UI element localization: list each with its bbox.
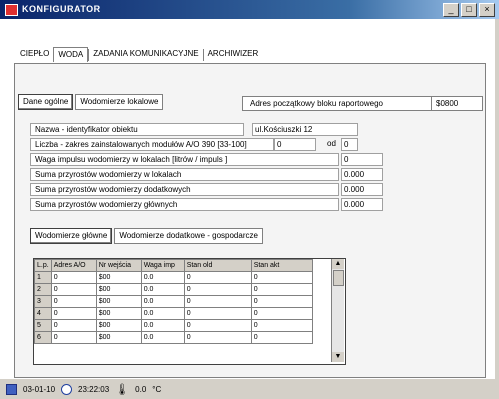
table-row[interactable]: 2 0 $00 0.0 0 0 [34,283,313,296]
tab-archiwizer[interactable]: ARCHIWIZER [204,47,263,61]
table-row[interactable]: 5 0 $00 0.0 0 0 [34,319,313,332]
main-tabs: CIEPŁO WODA ZADANIA KOMUNIKACYJNE ARCHIW… [16,47,262,62]
scroll-down-icon[interactable]: ▼ [332,352,344,362]
thermometer-icon: 🌡 [115,383,130,396]
meters-grid: L.p. Adres A/O Nr wejścia Waga imp Stan … [33,258,346,365]
pulse-weight-input[interactable]: 0 [341,153,383,166]
window-title: KONFIGURATOR [22,4,101,14]
table-row[interactable]: 6 0 $00 0.0 0 0 [34,331,313,344]
table-row[interactable]: 3 0 $00 0.0 0 0 [34,295,313,308]
close-button[interactable]: × [479,3,495,17]
pulse-weight-label: Waga impulsu wodomierzy w lokalach [litr… [30,153,339,166]
table-row[interactable]: 4 0 $00 0.0 0 0 [34,307,313,320]
status-bar: 03-01-10 23:22:03 🌡 0.0 °C [0,379,499,399]
minimize-button[interactable]: _ [443,3,459,17]
module-count-input[interactable]: 0 [274,138,316,151]
tab-cieplo[interactable]: CIEPŁO [16,47,53,61]
title-bar: KONFIGURATOR _ □ × [0,0,499,19]
tab-main-meters[interactable]: Wodomierze główne [30,228,113,244]
sum-local-label: Suma przyrostów wodomierzy w lokalach [30,168,339,181]
grid-scrollbar[interactable]: ▲ ▼ [331,259,344,362]
app-icon [5,4,18,16]
calendar-icon [6,383,17,395]
sum-additional-label: Suma przyrostów wodomierzy dodatkowych [30,183,339,196]
status-time: 23:22:03 [78,384,110,394]
subtab-wodomierze-lokalowe[interactable]: Wodomierze lokalowe [75,94,164,110]
od-label: od [327,139,336,148]
sum-additional-value: 0.000 [341,183,383,196]
tab-woda[interactable]: WODA [53,47,89,62]
col-waga: Waga imp [140,259,185,272]
od-input[interactable]: 0 [341,138,358,151]
scroll-thumb[interactable] [333,270,344,286]
report-address-input[interactable]: $0800 [431,96,483,111]
object-name-label: Nazwa - identyfikator obiektu [30,123,244,136]
col-lp: L.p. [34,259,52,272]
tab-additional-meters[interactable]: Wodomierze dodatkowe - gospodarcze [114,228,263,244]
col-nr-wejscia: Nr wejścia [95,259,142,272]
status-date: 03-01-10 [23,384,56,394]
status-temperature: 0.0 [135,384,147,394]
sum-main-value: 0.000 [341,198,383,211]
report-address-label: Adres początkowy bloku raportowego [242,96,433,111]
sum-main-label: Suma przyrostów wodomierzy głównych [30,198,339,211]
table-row[interactable]: 1 0 $00 0.0 0 0 [34,271,313,284]
tab-zadania-komunikacyjne[interactable]: ZADANIA KOMUNIKACYJNE [89,47,202,61]
module-count-label: Liczba - zakres zainstalowanych modułów … [30,138,274,151]
scroll-up-icon[interactable]: ▲ [332,259,344,269]
col-adres: Adres A/O [50,259,97,272]
temperature-unit: °C [152,384,162,394]
maximize-button[interactable]: □ [461,3,477,17]
col-stan-akt: Stan akt [250,259,313,272]
clock-icon [61,383,73,395]
meter-tabs: Wodomierze główne Wodomierze dodatkowe -… [30,228,263,244]
sum-local-value: 0.000 [341,168,383,181]
subtab-dane-ogolne[interactable]: Dane ogólne [18,94,74,110]
col-stan-old: Stan old [183,259,252,272]
object-name-input[interactable]: ul.Kościuszki 12 [252,123,358,136]
sub-tabs: Dane ogólne Wodomierze lokalowe [18,94,164,110]
